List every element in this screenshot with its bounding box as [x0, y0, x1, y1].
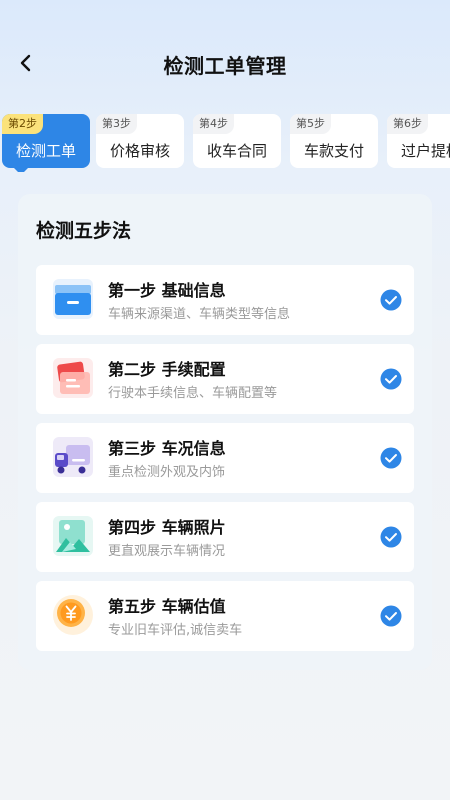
check-circle-icon — [380, 368, 402, 390]
step-tabs: 第2步 检测工单 第3步 价格审核 第4步 收车合同 第5步 车款支付 第6步 … — [0, 112, 450, 172]
step-badge: 第3步 — [96, 114, 137, 134]
panel-title: 检测五步法 — [36, 220, 132, 242]
step-label: 收车合同 — [206, 142, 267, 160]
step-badge: 第6步 — [387, 114, 428, 134]
item-desc: 行驶本手续信息、车辆配置等 — [108, 386, 278, 401]
check-circle-icon — [380, 526, 402, 548]
step-item-photos[interactable]: 第四步 车辆照片 更直观展示车辆情况 — [36, 502, 414, 572]
step-tab-2[interactable]: 第2步 检测工单 — [2, 114, 90, 172]
check-circle-icon — [380, 289, 402, 311]
step-badge: 第4步 — [193, 114, 234, 134]
step-tab-6[interactable]: 第6步 过户提档 — [387, 114, 450, 168]
item-title: 第二步 手续配置 — [108, 360, 226, 379]
five-step-panel: 检测五步法 第一步 基础信息 车辆来源渠道、车辆类型等信息 第二步 手续配置 行… — [18, 194, 432, 670]
step-tab-4[interactable]: 第4步 收车合同 — [193, 114, 281, 168]
active-step-pointer — [14, 168, 28, 172]
item-desc: 专业旧车评估,诚信卖车 — [108, 623, 243, 638]
step-badge: 第5步 — [290, 114, 331, 134]
step-item-procedures[interactable]: 第二步 手续配置 行驶本手续信息、车辆配置等 — [36, 344, 414, 414]
item-desc: 更直观展示车辆情况 — [108, 544, 226, 559]
check-circle-icon — [380, 447, 402, 469]
step-label: 车款支付 — [303, 142, 364, 160]
item-title: 第三步 车况信息 — [108, 439, 226, 458]
step-tab-3[interactable]: 第3步 价格审核 — [96, 114, 184, 168]
step-label: 检测工单 — [15, 142, 76, 160]
item-title: 第五步 车辆估值 — [108, 597, 226, 616]
step-badge: 第2步 — [2, 114, 43, 134]
inbox-tray-icon — [53, 279, 93, 319]
item-title: 第一步 基础信息 — [108, 281, 226, 300]
page-title: 检测工单管理 — [163, 54, 287, 78]
item-desc: 车辆来源渠道、车辆类型等信息 — [108, 307, 291, 322]
step-item-basic-info[interactable]: 第一步 基础信息 车辆来源渠道、车辆类型等信息 — [36, 265, 414, 335]
photo-icon — [53, 516, 93, 556]
document-cards-icon — [53, 358, 93, 398]
check-circle-icon — [380, 605, 402, 627]
step-label: 价格审核 — [109, 142, 170, 160]
truck-icon — [53, 437, 93, 477]
step-tab-5[interactable]: 第5步 车款支付 — [290, 114, 378, 168]
header: 检测工单管理 — [0, 0, 450, 110]
item-desc: 重点检测外观及内饰 — [108, 465, 226, 480]
item-title: 第四步 车辆照片 — [108, 518, 226, 537]
yuan-coin-icon — [53, 595, 93, 635]
step-item-valuation[interactable]: 第五步 车辆估值 专业旧车评估,诚信卖车 — [36, 581, 414, 651]
step-item-condition[interactable]: 第三步 车况信息 重点检测外观及内饰 — [36, 423, 414, 493]
step-label: 过户提档 — [401, 142, 450, 160]
